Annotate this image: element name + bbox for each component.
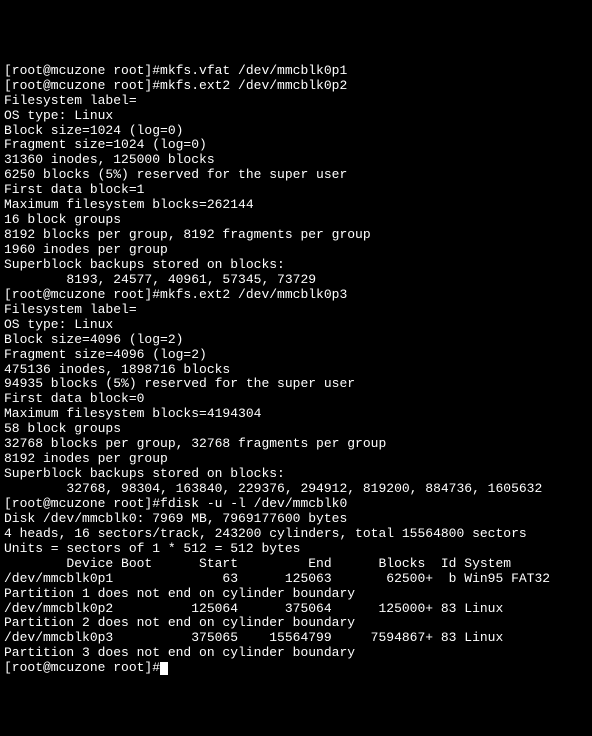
terminal-line: Filesystem label= [4, 94, 588, 109]
terminal-line: /dev/mmcblk0p3 375065 15564799 7594867+ … [4, 631, 588, 646]
terminal-line: [root@mcuzone root]#fdisk -u -l /dev/mmc… [4, 497, 588, 512]
terminal-line: 58 block groups [4, 422, 588, 437]
terminal-line: 32768 blocks per group, 32768 fragments … [4, 437, 588, 452]
cursor [160, 662, 168, 675]
terminal-line: Block size=1024 (log=0) [4, 124, 588, 139]
terminal-line: Device Boot Start End Blocks Id System [4, 557, 588, 572]
terminal-line: OS type: Linux [4, 109, 588, 124]
terminal-line: 1960 inodes per group [4, 243, 588, 258]
terminal-line: [root@mcuzone root]#mkfs.vfat /dev/mmcbl… [4, 64, 588, 79]
terminal-line: Partition 1 does not end on cylinder bou… [4, 587, 588, 602]
terminal-line: Fragment size=1024 (log=0) [4, 138, 588, 153]
terminal-line: 475136 inodes, 1898716 blocks [4, 363, 588, 378]
terminal-output: [root@mcuzone root]#mkfs.vfat /dev/mmcbl… [4, 64, 588, 662]
terminal-line: 8192 blocks per group, 8192 fragments pe… [4, 228, 588, 243]
terminal-line: 8192 inodes per group [4, 452, 588, 467]
terminal-line: /dev/mmcblk0p2 125064 375064 125000+ 83 … [4, 602, 588, 617]
terminal-line: Superblock backups stored on blocks: [4, 467, 588, 482]
terminal-line: /dev/mmcblk0p1 63 125063 62500+ b Win95 … [4, 572, 588, 587]
terminal-line: Maximum filesystem blocks=4194304 [4, 407, 588, 422]
terminal-line: [root@mcuzone root]#mkfs.ext2 /dev/mmcbl… [4, 288, 588, 303]
terminal-line: 8193, 24577, 40961, 57345, 73729 [4, 273, 588, 288]
terminal-line: First data block=0 [4, 392, 588, 407]
terminal-line: 94935 blocks (5%) reserved for the super… [4, 377, 588, 392]
terminal-line: OS type: Linux [4, 318, 588, 333]
terminal-line: Filesystem label= [4, 303, 588, 318]
terminal-line: Superblock backups stored on blocks: [4, 258, 588, 273]
terminal-line: Fragment size=4096 (log=2) [4, 348, 588, 363]
shell-prompt[interactable]: [root@mcuzone root]# [4, 660, 160, 675]
terminal-line: 6250 blocks (5%) reserved for the super … [4, 168, 588, 183]
terminal-line: Block size=4096 (log=2) [4, 333, 588, 348]
terminal-line: 32768, 98304, 163840, 229376, 294912, 81… [4, 482, 588, 497]
terminal-line: 16 block groups [4, 213, 588, 228]
terminal-line: 4 heads, 16 sectors/track, 243200 cylind… [4, 527, 588, 542]
terminal-line: Partition 3 does not end on cylinder bou… [4, 646, 588, 661]
terminal-line: Maximum filesystem blocks=262144 [4, 198, 588, 213]
terminal-line: [root@mcuzone root]#mkfs.ext2 /dev/mmcbl… [4, 79, 588, 94]
terminal-line: First data block=1 [4, 183, 588, 198]
terminal-line: 31360 inodes, 125000 blocks [4, 153, 588, 168]
terminal-line: Partition 2 does not end on cylinder bou… [4, 616, 588, 631]
terminal-line: Units = sectors of 1 * 512 = 512 bytes [4, 542, 588, 557]
terminal-line: Disk /dev/mmcblk0: 7969 MB, 7969177600 b… [4, 512, 588, 527]
